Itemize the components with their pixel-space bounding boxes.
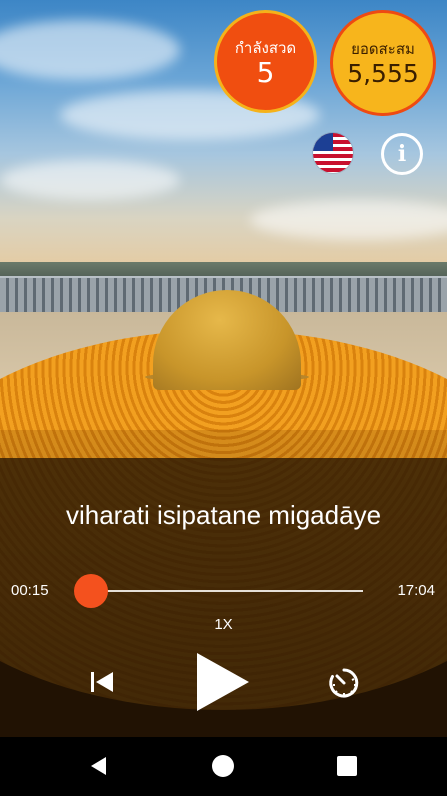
back-icon[interactable] [88, 755, 110, 777]
timer-icon[interactable] [326, 665, 362, 701]
verse-text: viharati isipatane migadāye [65, 500, 382, 530]
recents-icon[interactable] [337, 756, 357, 776]
home-icon[interactable] [212, 755, 234, 777]
seek-bar-thumb[interactable] [74, 574, 109, 608]
us-flag-icon[interactable] [313, 133, 353, 173]
total-count-label: ยอดสะสม [351, 40, 415, 58]
flag-canton [313, 133, 333, 151]
current-time: 00:15 [11, 582, 49, 599]
total-count-badge: ยอดสะสม 5,555 [330, 10, 436, 116]
chanting-now-count: 5 [256, 55, 275, 89]
playback-speed[interactable]: 1X [0, 616, 447, 633]
info-icon[interactable]: i [381, 133, 423, 175]
cloud [0, 160, 180, 200]
play-icon[interactable] [191, 651, 253, 713]
chanting-now-badge: กำลังสวด 5 [214, 10, 317, 113]
total-time: 17:04 [397, 582, 435, 599]
skip-previous-icon[interactable] [88, 668, 116, 696]
chanting-now-label: กำลังสวด [234, 38, 297, 57]
total-count-value: 5,555 [347, 59, 419, 88]
seek-bar-track[interactable] [87, 590, 363, 592]
